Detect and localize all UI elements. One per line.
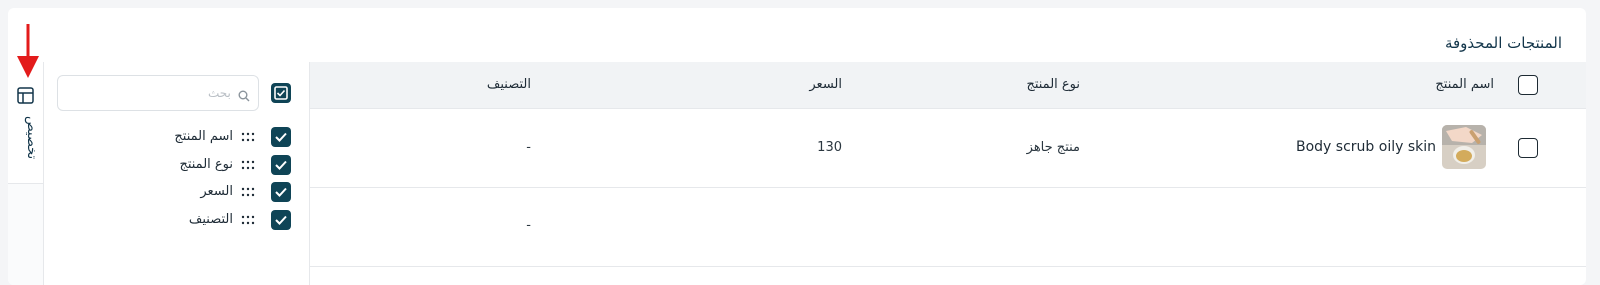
header-product-name[interactable]: اسم المنتج: [1435, 77, 1494, 92]
search-icon: [238, 87, 250, 106]
drag-handle-icon[interactable]: [241, 187, 255, 197]
column-option-checkbox[interactable]: [271, 210, 291, 230]
column-option-label: التصنيف: [188, 212, 233, 227]
select-all-columns-checkbox[interactable]: [271, 83, 291, 103]
search-placeholder: بحث: [208, 86, 231, 100]
product-type: منتج جاهز: [1026, 140, 1080, 155]
product-category: -: [526, 140, 531, 155]
row-checkbox[interactable]: [1518, 138, 1538, 158]
column-option-checkbox[interactable]: [271, 155, 291, 175]
page-title: المنتجات المحذوفة: [1444, 34, 1562, 52]
column-option-label: السعر: [200, 184, 233, 199]
column-option-checkbox[interactable]: [271, 127, 291, 147]
header-product-type[interactable]: نوع المنتج: [1026, 77, 1080, 92]
header-category[interactable]: التصنيف: [487, 77, 531, 92]
loading-placeholder: [811, 204, 1553, 262]
table-header: اسم المنتج نوع المنتج السعر التصنيف: [310, 62, 1586, 109]
deleted-products-card: المنتجات المحذوفة اسم المنتج نوع المنتج …: [8, 8, 1586, 285]
product-price: 130: [817, 140, 842, 155]
product-name: Body scrub oily skin: [1296, 139, 1436, 155]
arrow-down-icon: [16, 24, 40, 84]
product-thumbnail: [1442, 125, 1486, 169]
sidebar-lower: [8, 183, 44, 285]
customize-label[interactable]: تخصيص: [24, 116, 39, 159]
header-price[interactable]: السعر: [809, 77, 842, 92]
select-all-rows-checkbox[interactable]: [1518, 75, 1538, 95]
drag-handle-icon[interactable]: [241, 160, 255, 170]
table-row[interactable]: Body scrub oily skin منتج جاهز 130 -: [310, 109, 1586, 188]
product-category: -: [526, 218, 531, 233]
drag-handle-icon[interactable]: [241, 132, 255, 142]
table-icon[interactable]: [17, 87, 34, 108]
column-option-checkbox[interactable]: [271, 182, 291, 202]
column-search-input[interactable]: بحث: [57, 75, 259, 111]
column-option-label: نوع المنتج: [179, 157, 233, 172]
drag-handle-icon[interactable]: [241, 215, 255, 225]
column-option-label: اسم المنتج: [174, 129, 233, 144]
column-picker-panel: بحث اسم المنتج نوع المنتج السعر التصنيف: [44, 62, 310, 285]
